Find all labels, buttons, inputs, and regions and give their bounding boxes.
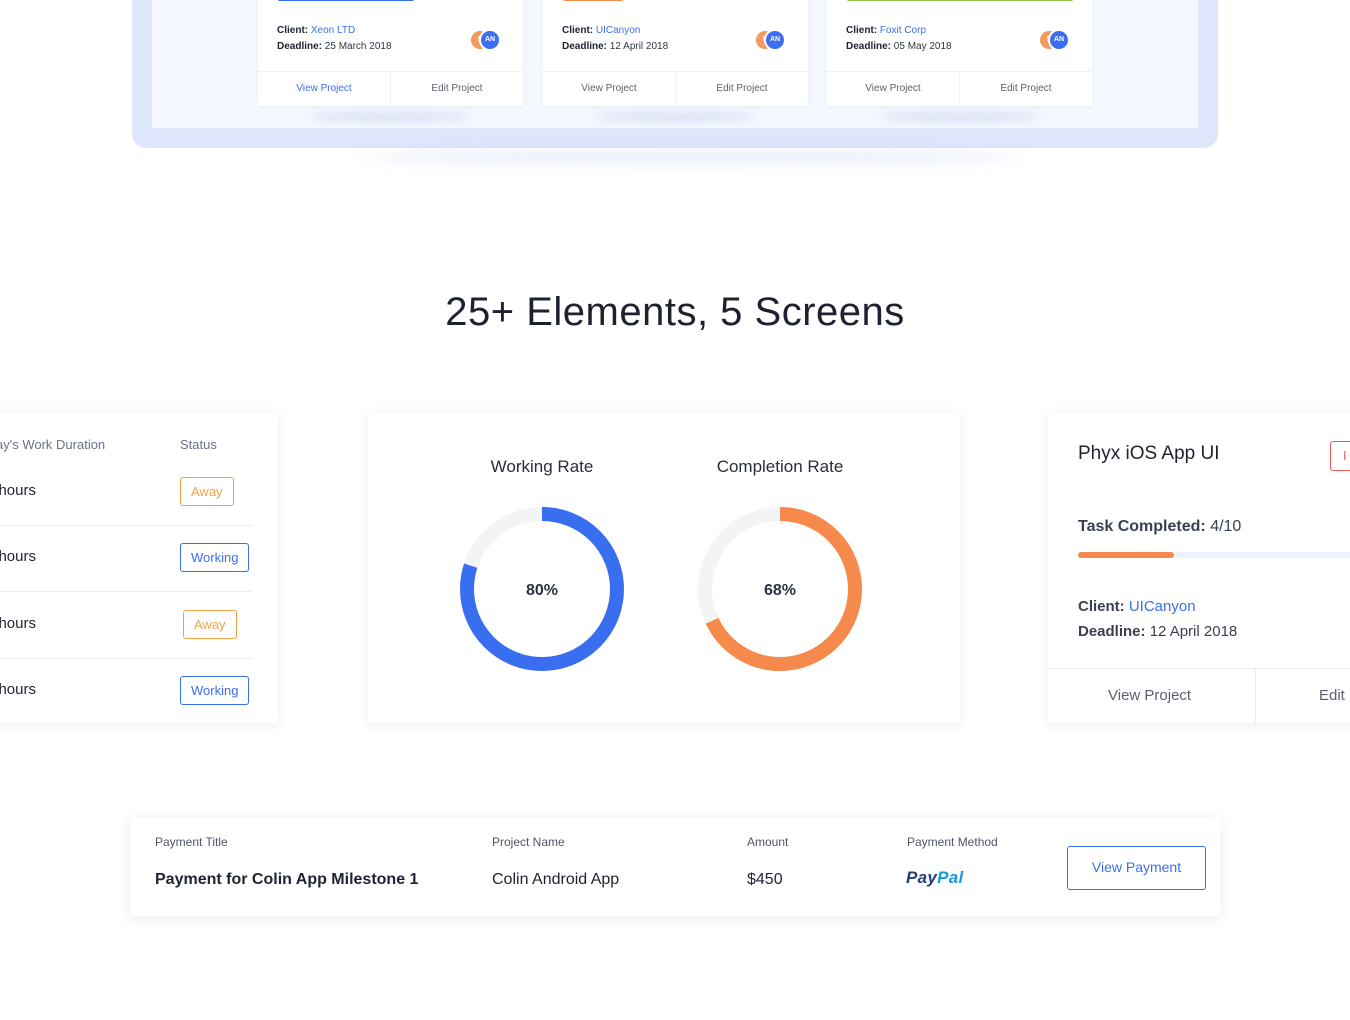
payment-card: Payment Title Project Name Amount Paymen…	[130, 818, 1220, 916]
table-row: hours Working	[0, 526, 252, 592]
priority-tag: I	[1330, 441, 1350, 471]
column-header-amount: Amount	[747, 835, 789, 849]
deadline-label: Deadline:	[846, 41, 892, 52]
client-label: Client:	[846, 25, 878, 36]
project-meta: Client: UICanyon Deadline: 12 April 2018	[1078, 594, 1237, 644]
view-project-button[interactable]: View Project	[1108, 669, 1191, 723]
client-link[interactable]: Foxit Corp	[880, 25, 926, 36]
completion-rate-widget: Completion Rate 68%	[680, 457, 880, 674]
project-actions: View Project Edit Project	[827, 71, 1092, 106]
view-project-button[interactable]: View Project	[827, 72, 959, 106]
client-link[interactable]: Xeon LTD	[311, 25, 355, 36]
task-value: 4/10	[1210, 518, 1242, 535]
view-payment-button[interactable]: View Payment	[1067, 846, 1206, 890]
project-card-uicanyon: Client: UICanyon Deadline: 12 April 2018…	[543, 0, 808, 106]
client-label: Client:	[1078, 598, 1125, 615]
status-badge: Away	[180, 477, 234, 506]
task-progress-fill	[1078, 552, 1174, 558]
working-rate-donut: 80%	[460, 507, 624, 671]
column-header-duration: ay's Work Duration	[0, 437, 106, 452]
column-header-project-name: Project Name	[492, 835, 565, 849]
completion-rate-title: Completion Rate	[716, 457, 844, 476]
edit-project-button[interactable]: Edit Project	[390, 72, 523, 106]
status-badge: Away	[183, 610, 237, 639]
project-progress-bar	[847, 0, 1073, 1]
project-info: Client: UICanyon Deadline: 12 April 2018	[562, 23, 668, 55]
duration-cell: hours	[0, 548, 36, 565]
avatar-group: S AN	[1038, 29, 1072, 51]
deadline-label: Deadline:	[277, 41, 323, 52]
edit-project-button[interactable]: Edit Project	[675, 72, 808, 106]
column-header-status: Status	[180, 437, 217, 452]
column-header-payment-method: Payment Method	[907, 835, 998, 849]
view-project-button[interactable]: View Project	[543, 72, 675, 106]
paypal-logo: PayPal	[906, 868, 964, 888]
avatar: AN	[479, 29, 501, 51]
duration-cell: hours	[0, 482, 36, 499]
working-rate-value: 80%	[526, 582, 558, 599]
deadline-value: 05 May 2018	[893, 41, 952, 52]
task-progress-track	[1078, 552, 1350, 558]
project-actions: View Project Edit Project	[258, 71, 523, 106]
task-label: Task Completed:	[1078, 518, 1206, 535]
section-heading: 25+ Elements, 5 Screens	[445, 290, 905, 334]
view-project-button[interactable]: View Project	[258, 72, 390, 106]
project-card-xeon: Client: Xeon LTD Deadline: 25 March 2018…	[258, 0, 523, 106]
divider	[1255, 669, 1256, 723]
edit-project-button[interactable]: Edit Project	[959, 72, 1092, 106]
project-info: Client: Xeon LTD Deadline: 25 March 2018	[277, 23, 392, 55]
card-shadow	[595, 113, 755, 121]
client-label: Client:	[562, 25, 594, 36]
project-actions: View Project Edit	[1048, 668, 1350, 723]
deadline-value: 12 April 2018	[1149, 623, 1238, 640]
task-completed: Task Completed: 4/10	[1078, 518, 1241, 536]
deadline-value: 12 April 2018	[609, 41, 669, 52]
card-shadow	[310, 113, 470, 121]
status-badge: Working	[180, 543, 250, 572]
client-link[interactable]: UICanyon	[596, 25, 640, 36]
working-rate-widget: Working Rate 80%	[442, 457, 642, 674]
work-status-card: ay's Work Duration Status hours Away hou…	[0, 413, 278, 723]
project-name: Colin Android App	[492, 871, 620, 888]
avatar-group: S AN	[754, 29, 788, 51]
completion-rate-value: 68%	[764, 582, 796, 599]
status-badge: Working	[180, 676, 250, 705]
project-info: Client: Foxit Corp Deadline: 05 May 2018	[846, 23, 952, 55]
deadline-label: Deadline:	[562, 41, 608, 52]
table-row: hours Away	[0, 460, 252, 526]
avatar: AN	[1048, 29, 1070, 51]
project-title: Phyx iOS App UI	[1078, 443, 1220, 464]
edit-project-button[interactable]: Edit	[1319, 669, 1345, 723]
client-link[interactable]: UICanyon	[1129, 598, 1196, 615]
completion-rate-donut: 68%	[698, 507, 862, 671]
rates-card: Working Rate 80% Completion Rate 68%	[368, 413, 960, 723]
paypal-logo-part2: Pal	[937, 868, 964, 887]
duration-cell: hours	[0, 681, 36, 698]
card-shadow	[880, 113, 1040, 121]
deadline-value: 25 March 2018	[324, 41, 392, 52]
project-actions: View Project Edit Project	[543, 71, 808, 106]
working-rate-title: Working Rate	[490, 457, 594, 476]
payment-title: Payment for Colin App Milestone 1	[155, 871, 419, 888]
table-row: hours Away	[0, 593, 252, 659]
client-label: Client:	[277, 25, 309, 36]
mockup-shadow	[360, 150, 1020, 164]
project-card-foxit: Client: Foxit Corp Deadline: 05 May 2018…	[827, 0, 1092, 106]
paypal-logo-part1: Pay	[906, 868, 938, 887]
deadline-label: Deadline:	[1078, 623, 1146, 640]
payment-amount: $450	[747, 871, 783, 888]
avatar-group: S AN	[469, 29, 503, 51]
duration-cell: hours	[0, 615, 36, 632]
project-progress-bar	[278, 0, 414, 1]
project-detail-card: Phyx iOS App UI I Task Completed: 4/10 C…	[1048, 413, 1350, 723]
avatar: AN	[764, 29, 786, 51]
table-row: hours Working	[0, 659, 252, 723]
column-header-payment-title: Payment Title	[155, 835, 228, 849]
project-progress-bar	[563, 0, 623, 1]
